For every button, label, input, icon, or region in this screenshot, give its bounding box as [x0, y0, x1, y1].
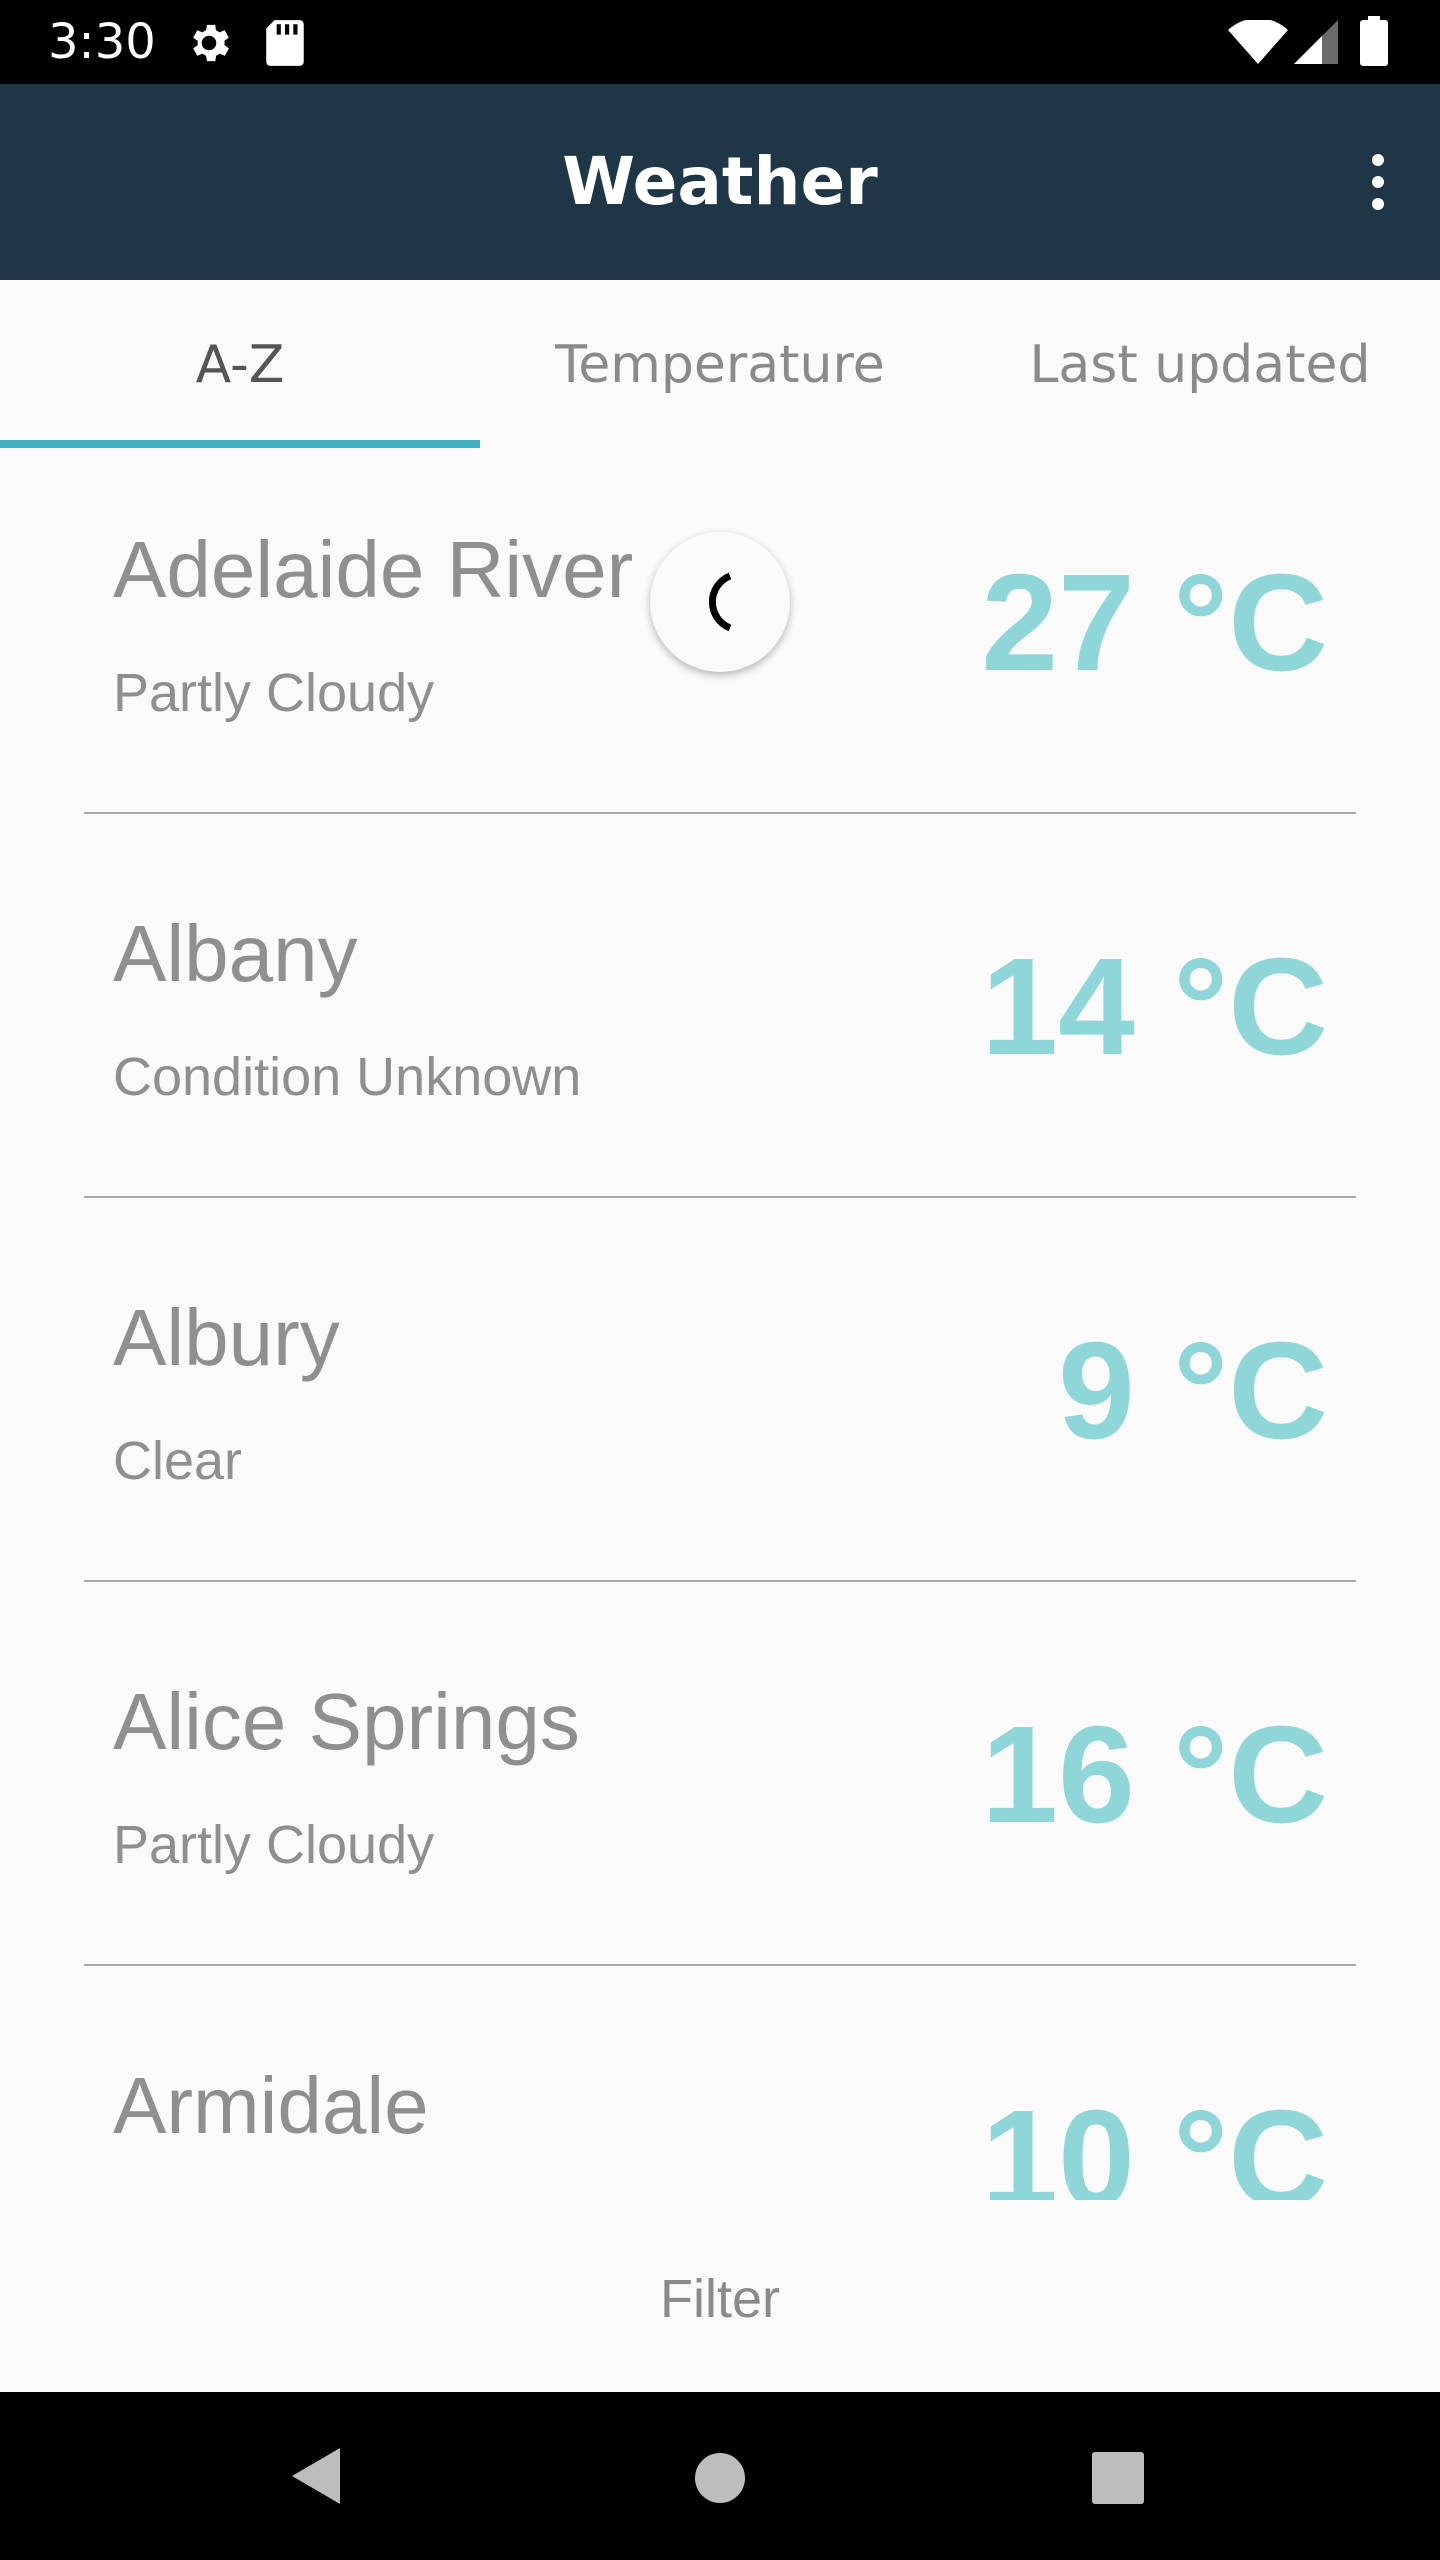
list-item[interactable]: Albury Clear 9 °C: [0, 1216, 1440, 1600]
battery-icon: [1360, 16, 1388, 70]
weather-list[interactable]: Adelaide River Partly Cloudy 27 °C Alban…: [0, 448, 1440, 2200]
status-bar: 3:30: [0, 0, 1440, 84]
tab-last-updated[interactable]: Last updated: [960, 280, 1440, 448]
location-name: Albury: [113, 1293, 340, 1382]
tab-temperature[interactable]: Temperature: [480, 280, 960, 448]
refresh-spinner: [650, 532, 790, 672]
location-condition: Partly Cloudy: [113, 1815, 435, 1875]
location-temperature: 27 °C: [981, 546, 1328, 700]
list-item[interactable]: Alice Springs Partly Cloudy 16 °C: [0, 1600, 1440, 1984]
more-vert-icon[interactable]: [1360, 150, 1396, 214]
page-title: Weather: [562, 143, 878, 220]
location-name: Armidale: [113, 2061, 429, 2150]
filter-area: Filter: [0, 2200, 1440, 2392]
divider: [84, 1196, 1356, 1198]
location-name: Alice Springs: [113, 1677, 580, 1766]
gear-icon: [184, 18, 234, 72]
recents-icon[interactable]: [1092, 2452, 1144, 2508]
location-temperature: 10 °C: [981, 2082, 1328, 2200]
wifi-icon: [1228, 18, 1288, 68]
sd-card-icon: [264, 18, 306, 72]
location-name: Adelaide River: [113, 525, 634, 614]
location-temperature: 9 °C: [1058, 1314, 1328, 1468]
divider: [84, 1964, 1356, 1966]
location-condition: Partly Cloudy: [113, 663, 435, 723]
divider: [84, 812, 1356, 814]
tab-indicator: [0, 440, 480, 448]
signal-icon: [1294, 20, 1338, 68]
navigation-bar: [0, 2392, 1440, 2560]
location-condition: Condition Unknown: [113, 1047, 582, 1107]
list-item[interactable]: Albany Condition Unknown 14 °C: [0, 832, 1440, 1216]
location-condition: Clear: [113, 1431, 243, 1491]
loading-icon: [708, 572, 732, 632]
filter-button[interactable]: Filter: [520, 2244, 920, 2354]
divider: [84, 1580, 1356, 1582]
home-icon[interactable]: [694, 2452, 746, 2508]
app-bar: Weather: [0, 84, 1440, 280]
list-item[interactable]: Armidale 10 °C: [0, 1984, 1440, 2200]
status-time: 3:30: [48, 14, 156, 70]
back-icon[interactable]: [288, 2444, 344, 2512]
location-temperature: 16 °C: [981, 1698, 1328, 1852]
location-name: Albany: [113, 909, 358, 998]
tab-a-z[interactable]: A-Z: [0, 280, 480, 448]
location-temperature: 14 °C: [981, 930, 1328, 1084]
sort-tabs: A-Z Temperature Last updated: [0, 280, 1440, 448]
